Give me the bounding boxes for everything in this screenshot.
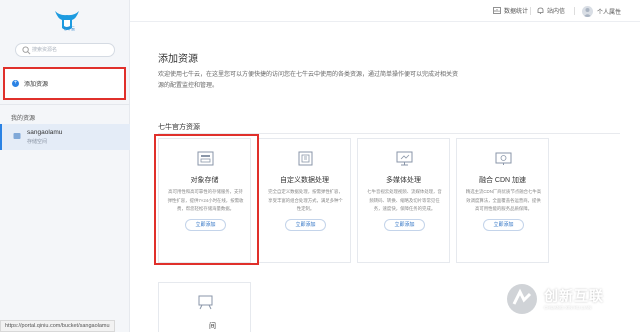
- user-label: 个人属性: [597, 10, 622, 16]
- sidebar-item-bucket[interactable]: sangaolamu 存储空间: [0, 124, 130, 150]
- card-title: 多媒体处理: [386, 177, 421, 184]
- card-custom-data-processing: 自定义数据处理 完全自定义数据处理，按需弹性扩容，享受丰富的组合处理方式，满足多…: [258, 138, 351, 263]
- card-title: 间: [209, 323, 216, 330]
- page-title: 添加资源: [158, 54, 198, 65]
- watermark-text: 创新互联: [544, 288, 604, 304]
- highlight-box: [154, 134, 259, 265]
- network-icon: [495, 152, 512, 165]
- status-url: https://portal.qiniu.com/bucket/sangaola…: [0, 320, 115, 332]
- add-now-button[interactable]: 立即添加: [483, 219, 524, 231]
- bucket-name: sangaolamu: [27, 129, 63, 136]
- watermark: 创新互联 CHUANG XIN HU LIAN: [500, 278, 635, 328]
- card-cdn-acceleration: 融合 CDN 加速 精选主流CDN厂商优质节点融合七牛高效调度算法，全面覆盖各运…: [456, 138, 549, 263]
- sidebar-item-add-resource[interactable]: + 添加资源: [3, 67, 126, 100]
- data-stats-label: 数据统计: [504, 9, 529, 15]
- messages-link[interactable]: 站内信: [537, 6, 565, 15]
- bucket-icon: [13, 133, 21, 139]
- card-title: 自定义数据处理: [280, 177, 329, 184]
- sidebar: 七牛云 + 添加资源 我的资源 sangaolamu 存储空间: [0, 0, 130, 332]
- add-now-button[interactable]: 立即添加: [285, 219, 326, 231]
- user-icon: [583, 8, 592, 17]
- add-now-button[interactable]: 立即添加: [384, 219, 425, 231]
- search-input[interactable]: [32, 45, 110, 55]
- top-bar: 数据统计 站内信 个人属性: [130, 0, 640, 22]
- bucket-type: 存储空间: [27, 139, 48, 145]
- data-stats-link[interactable]: 数据统计: [493, 6, 528, 15]
- sidebar-item-label: 添加资源: [24, 82, 49, 88]
- section-title: 七牛官方资源: [158, 124, 200, 131]
- page-description: 欢迎使用七牛云，在这里您可以方便快捷的访问您在七牛云中使用的各类资源，通过简单操…: [158, 72, 459, 89]
- avatar: [582, 6, 593, 17]
- my-resources-heading: 我的资源: [11, 116, 36, 122]
- bell-icon: [537, 7, 544, 14]
- messages-label: 站内信: [547, 9, 566, 15]
- search-icon: [22, 46, 31, 55]
- divider: [530, 7, 531, 15]
- divider: [0, 104, 130, 105]
- watermark-logo-icon: [507, 284, 537, 314]
- search-box[interactable]: [15, 43, 115, 57]
- monitor-icon: [396, 151, 413, 166]
- card-title: 融合 CDN 加速: [478, 177, 527, 184]
- divider: [574, 7, 575, 15]
- card-partial: 间: [158, 282, 251, 332]
- card-multimedia-processing: 多媒体处理 七牛音视云处理视频、流媒体处理，音频转码、转换、缩略及切片等常见任务…: [357, 138, 450, 263]
- card-description: 完全自定义数据处理，按需弹性扩容，享受丰富的组合处理方式，满足多种个性定制。: [268, 189, 343, 212]
- card-description: 精选主流CDN厂商优质节点融合七牛高效调度算法，全面覆盖各运营商，提供高可用性能…: [465, 189, 542, 212]
- watermark-subtext: CHUANG XIN HU LIAN: [544, 305, 592, 310]
- logo-text: 七牛云: [63, 26, 75, 31]
- processor-icon: [298, 151, 313, 166]
- camera-icon: [198, 295, 213, 310]
- card-description: 七牛音视云处理视频、流媒体处理，音频转码、转换、缩略及切片等常见任务，速度快，保…: [367, 189, 442, 212]
- chart-icon: [493, 7, 501, 14]
- user-menu[interactable]: 个人属性: [582, 6, 621, 17]
- add-icon: +: [12, 80, 19, 87]
